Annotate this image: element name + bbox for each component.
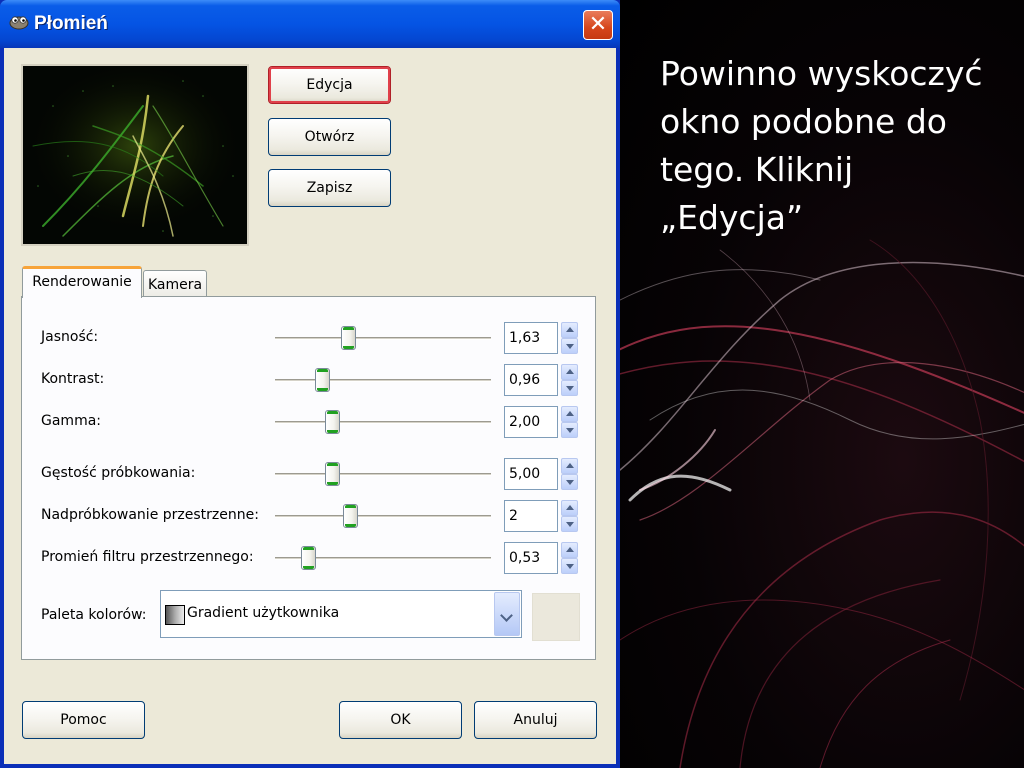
open-button[interactable]: Otwórz: [268, 118, 391, 156]
spatial-filter-radius-label: Promień filtru przestrzennego:: [41, 549, 254, 565]
flame-dialog-window: Płomień ✕ Edycja Otwórz Zapisz Renderowa…: [0, 0, 620, 768]
tab-rendering[interactable]: Renderowanie: [22, 266, 142, 298]
spatial-oversample-slider-thumb[interactable]: [343, 504, 358, 528]
gamma-spinner[interactable]: [561, 406, 578, 438]
window-title: Płomień: [34, 13, 108, 34]
tab-camera-label: Kamera: [147, 277, 203, 293]
slide-text-line: okno podobne do: [660, 102, 947, 141]
sample-density-value: 5,00: [509, 466, 541, 482]
brightness-label: Jasność:: [41, 329, 99, 345]
palette-label: Paleta kolorów:: [41, 607, 147, 623]
edit-button[interactable]: Edycja: [268, 66, 391, 104]
slide-instruction-text: Powinno wyskoczyć okno podobne do tego. …: [660, 50, 1020, 242]
palette-selected-value: Gradient użytkownika: [187, 605, 340, 621]
spin-up-icon[interactable]: [561, 542, 578, 558]
spatial-filter-radius-spinner[interactable]: [561, 542, 578, 574]
spin-down-icon[interactable]: [561, 558, 578, 574]
tab-rendering-label: Renderowanie: [32, 274, 132, 290]
spin-up-icon[interactable]: [561, 406, 578, 422]
title-bar[interactable]: Płomień ✕: [0, 0, 620, 48]
edit-button-label: Edycja: [306, 77, 353, 93]
sample-density-input[interactable]: 5,00: [504, 458, 558, 490]
spin-up-icon[interactable]: [561, 500, 578, 516]
gamma-value: 2,00: [509, 414, 541, 430]
contrast-slider-thumb[interactable]: [315, 368, 330, 392]
gimp-app-icon: [9, 16, 29, 30]
flame-preview-art: [23, 66, 247, 244]
spatial-oversample-value: 2: [509, 508, 518, 524]
contrast-value: 0,96: [509, 372, 541, 388]
spin-up-icon[interactable]: [561, 322, 578, 338]
spatial-filter-radius-slider-thumb[interactable]: [301, 546, 316, 570]
cancel-button[interactable]: Anuluj: [474, 701, 597, 739]
ok-button[interactable]: OK: [339, 701, 462, 739]
spatial-oversample-input[interactable]: 2: [504, 500, 558, 532]
contrast-label: Kontrast:: [41, 371, 105, 387]
contrast-slider-track[interactable]: [275, 379, 491, 382]
brightness-slider-thumb[interactable]: [341, 326, 356, 350]
brightness-spinner[interactable]: [561, 322, 578, 354]
dialog-content: Edycja Otwórz Zapisz Renderowanie Kamera…: [4, 48, 616, 764]
gamma-slider-thumb[interactable]: [325, 410, 340, 434]
spatial-oversample-label: Nadpróbkowanie przestrzenne:: [41, 507, 259, 523]
palette-preview-swatch: [532, 593, 580, 641]
spin-down-icon[interactable]: [561, 338, 578, 354]
spatial-oversample-slider-track[interactable]: [275, 515, 491, 518]
sample-density-spinner[interactable]: [561, 458, 578, 490]
spin-up-icon[interactable]: [561, 364, 578, 380]
spatial-filter-radius-input[interactable]: 0,53: [504, 542, 558, 574]
help-button-label: Pomoc: [60, 712, 107, 728]
close-button[interactable]: ✕: [583, 10, 613, 40]
save-button[interactable]: Zapisz: [268, 169, 391, 207]
close-icon: ✕: [588, 12, 608, 37]
slide-text-line: „Edycja”: [660, 198, 804, 237]
brightness-slider-track[interactable]: [275, 337, 491, 340]
help-button[interactable]: Pomoc: [22, 701, 145, 739]
tab-camera[interactable]: Kamera: [143, 270, 207, 297]
slide-text-line: Powinno wyskoczyć: [660, 54, 983, 93]
brightness-value: 1,63: [509, 330, 541, 346]
gamma-label: Gamma:: [41, 413, 101, 429]
gradient-swatch-icon: [165, 605, 185, 625]
spin-down-icon[interactable]: [561, 516, 578, 532]
spatial-filter-radius-value: 0,53: [509, 550, 541, 566]
chevron-down-icon[interactable]: [494, 592, 520, 636]
gamma-input[interactable]: 2,00: [504, 406, 558, 438]
rendering-tab-panel: Jasność: 1,63 Kontrast: 0,96 Gamma: 2,00: [21, 296, 596, 660]
spatial-oversample-spinner[interactable]: [561, 500, 578, 532]
sample-density-label: Gęstość próbkowania:: [41, 465, 196, 481]
ok-button-label: OK: [390, 712, 411, 728]
palette-select[interactable]: Gradient użytkownika: [160, 590, 522, 638]
sample-density-slider-track[interactable]: [275, 473, 491, 476]
gamma-slider-track[interactable]: [275, 421, 491, 424]
open-button-label: Otwórz: [304, 129, 355, 145]
flame-preview-image: [21, 64, 249, 246]
contrast-input[interactable]: 0,96: [504, 364, 558, 396]
cancel-button-label: Anuluj: [513, 712, 558, 728]
spin-down-icon[interactable]: [561, 422, 578, 438]
brightness-input[interactable]: 1,63: [504, 322, 558, 354]
spin-down-icon[interactable]: [561, 474, 578, 490]
contrast-spinner[interactable]: [561, 364, 578, 396]
sample-density-slider-thumb[interactable]: [325, 462, 340, 486]
slide-text-line: tego. Kliknij: [660, 150, 854, 189]
spin-up-icon[interactable]: [561, 458, 578, 474]
spin-down-icon[interactable]: [561, 380, 578, 396]
save-button-label: Zapisz: [306, 180, 353, 196]
